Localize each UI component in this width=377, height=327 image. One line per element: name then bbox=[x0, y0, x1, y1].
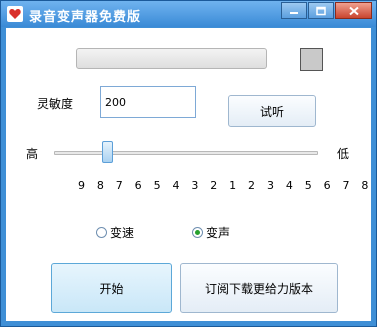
speed-radio-circle[interactable] bbox=[96, 227, 107, 238]
progress-bar bbox=[76, 48, 267, 69]
minimize-button[interactable] bbox=[281, 2, 307, 19]
close-button[interactable] bbox=[335, 2, 372, 19]
app-window: 录音变声器免费版 灵敏度 试听 高 低 9 8 7 6 5 4 3 2 1 2 … bbox=[0, 0, 377, 327]
pitch-low-label: 低 bbox=[337, 147, 350, 161]
speed-radio[interactable]: 变速 bbox=[96, 224, 134, 241]
close-icon bbox=[348, 6, 359, 15]
maximize-icon bbox=[316, 6, 326, 15]
voice-radio-label: 变声 bbox=[206, 226, 231, 240]
title-bar[interactable]: 录音变声器免费版 bbox=[1, 1, 376, 27]
start-button[interactable]: 开始 bbox=[51, 263, 172, 313]
pitch-high-label: 高 bbox=[26, 147, 39, 161]
maximize-button[interactable] bbox=[308, 2, 334, 19]
voice-radio-circle[interactable] bbox=[192, 227, 203, 238]
client-area: 灵敏度 试听 高 低 9 8 7 6 5 4 3 2 1 2 3 4 5 6 7… bbox=[6, 28, 377, 321]
pitch-slider-thumb[interactable] bbox=[102, 141, 113, 163]
pitch-scale: 9 8 7 6 5 4 3 2 1 2 3 4 5 6 7 8 9 bbox=[78, 179, 377, 192]
listen-button[interactable]: 试听 bbox=[228, 95, 316, 127]
upgrade-button[interactable]: 订阅下载更给力版本 bbox=[180, 263, 338, 313]
minimize-icon bbox=[290, 11, 298, 14]
voice-radio[interactable]: 变声 bbox=[192, 224, 230, 241]
heart-icon bbox=[7, 6, 23, 22]
color-swatch[interactable] bbox=[300, 48, 323, 71]
sensitivity-input[interactable] bbox=[100, 86, 196, 118]
speed-radio-label: 变速 bbox=[110, 226, 135, 240]
sensitivity-label: 灵敏度 bbox=[37, 97, 74, 111]
window-title: 录音变声器免费版 bbox=[29, 10, 142, 25]
pitch-slider-track[interactable] bbox=[54, 151, 318, 155]
